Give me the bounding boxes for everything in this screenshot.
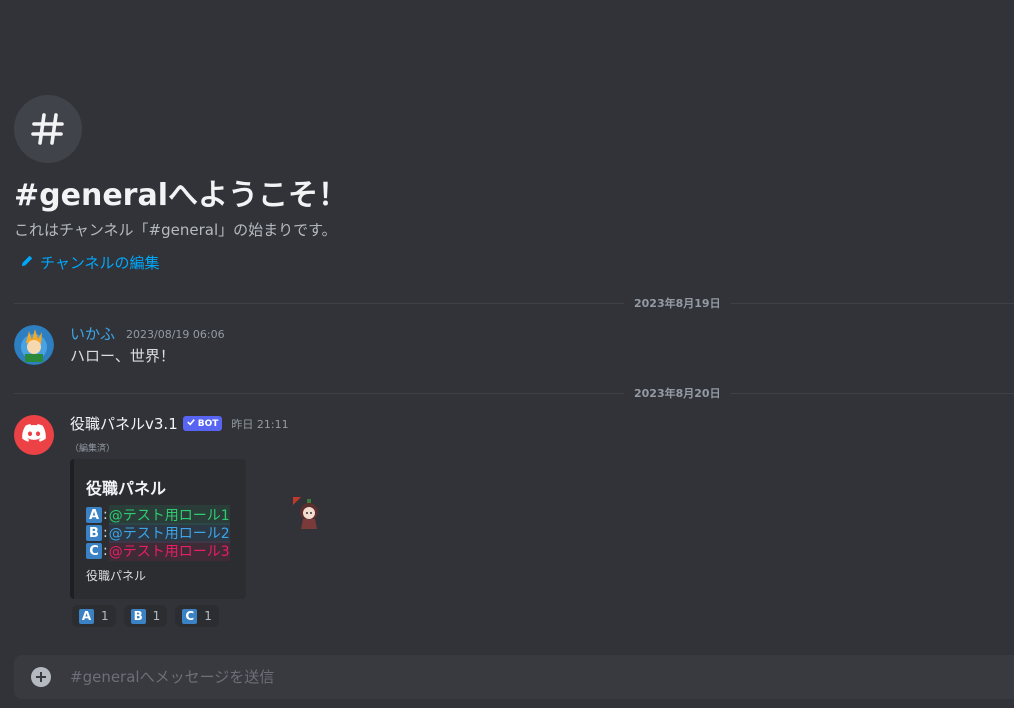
embed-thumbnail[interactable] [293,497,325,529]
date-divider: 2023年8月19日 [14,295,1014,311]
bot-tag: BOT [182,416,223,431]
role-mention[interactable]: @テスト用ロール2 [108,523,230,543]
edited-label: （編集済） [70,444,116,454]
letter-a-icon: A [79,608,94,624]
letter-a-icon: A [86,507,102,523]
message-text: ハロー、世界！ [70,347,175,365]
role-panel-embed: 役職パネル A : @テスト用ロール1 B : @テスト用ロール2 C : @テ… [70,459,246,599]
date-divider: 2023年8月20日 [14,385,1014,401]
reaction-button[interactable]: B 1 [123,605,168,627]
user-avatar[interactable] [14,325,54,365]
add-attachment-button[interactable] [31,667,51,687]
bot-tag-label: BOT [197,418,219,429]
role-mention[interactable]: @テスト用ロール1 [108,505,230,525]
pencil-icon [20,254,34,272]
embed-title: 役職パネル [86,479,167,498]
role-line: C : @テスト用ロール3 [86,541,230,561]
letter-c-icon: C [86,543,102,559]
message-username[interactable]: いかふ [70,323,115,344]
bot-avatar[interactable] [14,415,54,455]
channel-hash-icon [14,95,82,163]
bot-message-header: 役職パネルv3.1 BOT 昨日 21:11 [70,413,289,434]
embed-footer: 役職パネル [86,569,147,583]
reaction-button[interactable]: C 1 [175,605,219,627]
letter-b-icon: B [130,608,146,624]
message-timestamp[interactable]: 2023/08/19 06:06 [126,328,225,341]
role-line: B : @テスト用ロール2 [86,523,230,543]
message-timestamp[interactable]: 昨日 21:11 [231,416,288,432]
reaction-bar: A 1 B 1 C 1 [72,605,219,627]
date-divider-label: 2023年8月20日 [624,385,731,401]
welcome-subtitle: これはチャンネル「#general」の始まりです。 [14,221,337,239]
reaction-count: 1 [101,609,109,623]
welcome-title: #generalへようこそ！ [14,178,348,213]
checkmark-icon [186,418,195,429]
reaction-count: 1 [204,609,212,623]
discord-logo-icon [22,424,46,446]
letter-c-icon: C [182,608,198,624]
edit-channel-label: チャンネルの編集 [40,254,160,272]
reaction-button[interactable]: A 1 [72,605,116,627]
message-input[interactable] [68,667,972,687]
edit-channel-link[interactable]: チャンネルの編集 [20,252,160,273]
role-line: A : @テスト用ロール1 [86,505,230,525]
reaction-count: 1 [152,609,161,623]
letter-b-icon: B [86,525,102,541]
role-mention[interactable]: @テスト用ロール3 [108,541,230,561]
message-username[interactable]: 役職パネルv3.1 [70,413,178,434]
message-composer [14,655,1014,699]
date-divider-label: 2023年8月19日 [624,295,731,311]
plus-icon [35,668,47,687]
